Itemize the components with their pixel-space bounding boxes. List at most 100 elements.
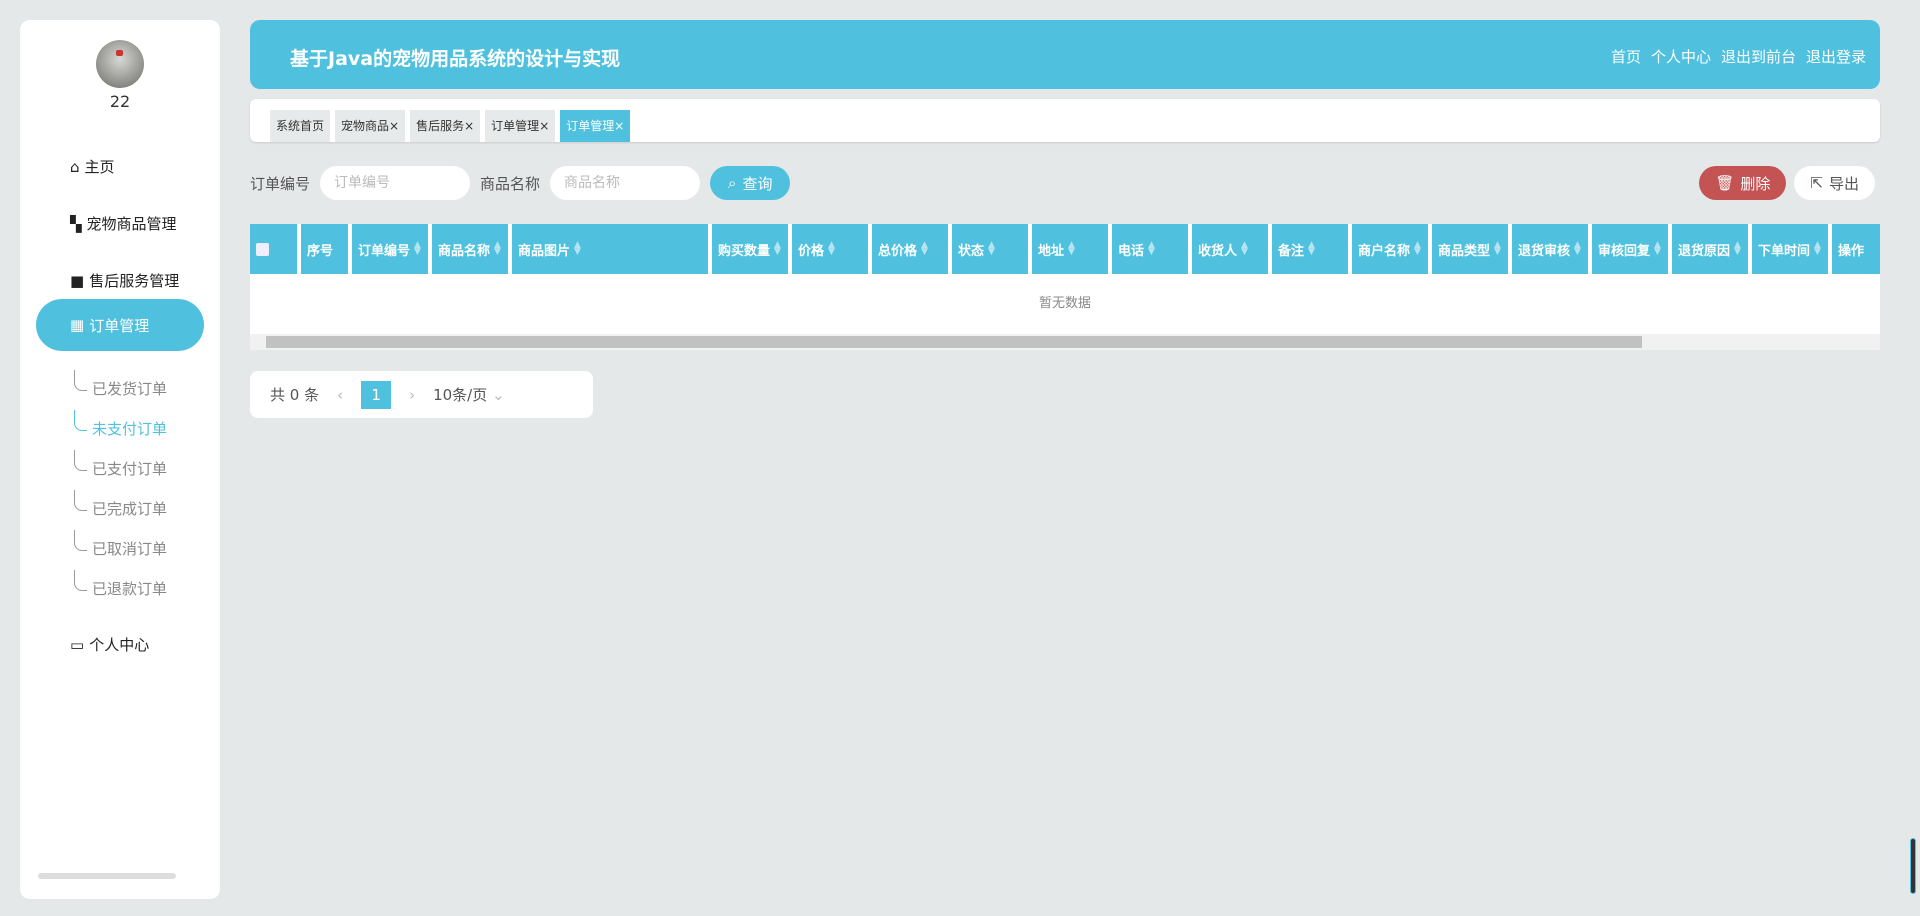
column-header[interactable]: 电话 ▲ ▼	[1112, 224, 1188, 274]
column-label: 退货原因	[1678, 243, 1731, 259]
sort-icon[interactable]: ▲ ▼	[774, 241, 781, 257]
query-button[interactable]: ⌕ 查询	[710, 166, 791, 200]
sidebar-item-pet-goods[interactable]: ▚ 宠物商品管理	[70, 213, 177, 234]
tab-orders[interactable]: 订单管理×	[485, 110, 556, 142]
tab-orders-active[interactable]: 订单管理×	[560, 110, 631, 142]
goods-name-label: 商品名称	[480, 174, 541, 193]
column-header[interactable]: 订单编号 ▲ ▼	[352, 224, 428, 274]
column-header[interactable]: 价格 ▲ ▼	[792, 224, 868, 274]
export-button[interactable]: ⇱ 导出	[1794, 166, 1875, 200]
home-icon: ⌂	[70, 157, 80, 176]
submenu-completed[interactable]: 已完成订单	[73, 490, 167, 519]
sort-icon[interactable]: ▲ ▼	[1148, 241, 1155, 257]
submenu-refunded[interactable]: 已退款订单	[73, 570, 167, 599]
sort-icon[interactable]: ▲ ▼	[921, 241, 928, 257]
sort-icon[interactable]: ▲ ▼	[1308, 241, 1315, 257]
column-header[interactable]: 状态 ▲ ▼	[952, 224, 1028, 274]
close-icon[interactable]: ×	[464, 119, 474, 133]
close-icon[interactable]: ×	[539, 119, 549, 133]
empty-message: 暂无数据	[1038, 296, 1091, 311]
column-header[interactable]: 序号	[301, 224, 348, 274]
scrollbar-thumb[interactable]	[266, 336, 1642, 348]
close-icon[interactable]: ×	[389, 119, 399, 133]
column-label: 价格	[798, 243, 825, 259]
link-home[interactable]: 首页	[1611, 46, 1641, 67]
tab-home[interactable]: 系统首页	[270, 110, 331, 142]
sort-icon[interactable]: ▲ ▼	[1068, 241, 1075, 257]
link-profile[interactable]: 个人中心	[1651, 46, 1711, 67]
tab-label: 售后服务	[416, 119, 465, 133]
sort-icon[interactable]: ▲ ▼	[1574, 241, 1581, 257]
column-header[interactable]: 下单时间 ▲ ▼	[1752, 224, 1828, 274]
column-label: 备注	[1278, 243, 1305, 259]
sort-icon[interactable]: ▲ ▼	[988, 241, 995, 257]
select-all-header	[250, 224, 297, 274]
sort-icon[interactable]: ▲ ▼	[1814, 241, 1821, 257]
column-header[interactable]: 备注 ▲ ▼	[1272, 224, 1348, 274]
prev-page-button[interactable]: ‹	[337, 386, 343, 404]
horizontal-scrollbar[interactable]	[250, 334, 1880, 350]
column-header[interactable]: 商品类型 ▲ ▼	[1432, 224, 1508, 274]
goods-name-input[interactable]	[550, 166, 701, 200]
chevron-down-icon: ⌄	[492, 386, 505, 404]
column-label: 收货人	[1198, 243, 1238, 259]
sort-icon[interactable]: ▲ ▼	[1734, 241, 1741, 257]
submenu-shipped[interactable]: 已发货订单	[73, 370, 167, 399]
column-header[interactable]: 商户名称 ▲ ▼	[1352, 224, 1428, 274]
submenu-paid[interactable]: 已支付订单	[73, 450, 167, 479]
sort-icon[interactable]: ▲ ▼	[494, 241, 501, 257]
pagination: 共 0 条 ‹ 1 › 10条/页 ⌄	[250, 371, 593, 418]
column-header[interactable]: 商品名称 ▲ ▼	[432, 224, 508, 274]
order-no-label: 订单编号	[250, 174, 311, 193]
close-icon[interactable]: ×	[614, 119, 624, 133]
column-header[interactable]: 总价格 ▲ ▼	[872, 224, 948, 274]
sidebar-item-home[interactable]: ⌂ 主页	[70, 156, 115, 177]
sort-icon[interactable]: ▲ ▼	[414, 241, 421, 257]
next-page-button[interactable]: ›	[409, 386, 415, 404]
sidebar-item-label: 个人中心	[89, 636, 150, 654]
order-no-input[interactable]	[320, 166, 471, 200]
avatar[interactable]	[96, 40, 144, 88]
column-header[interactable]: 审核回复 ▲ ▼	[1592, 224, 1668, 274]
submenu-unpaid[interactable]: 未支付订单	[73, 410, 167, 439]
link-frontend[interactable]: 退出到前台	[1721, 46, 1796, 67]
column-header[interactable]: 收货人 ▲ ▼	[1192, 224, 1268, 274]
sort-icon[interactable]: ▲ ▼	[1654, 241, 1661, 257]
delete-button[interactable]: 🗑 删除	[1699, 166, 1787, 200]
sidebar-item-after-sales[interactable]: ■ 售后服务管理	[70, 270, 179, 291]
column-header[interactable]: 退货审核 ▲ ▼	[1512, 224, 1588, 274]
delete-label: 删除	[1740, 174, 1771, 193]
column-label: 商品图片	[518, 243, 571, 259]
column-header[interactable]: 操作	[1832, 224, 1880, 274]
sort-icon[interactable]: ▲ ▼	[574, 241, 581, 257]
column-header[interactable]: 地址 ▲ ▼	[1032, 224, 1108, 274]
column-label: 商品类型	[1438, 243, 1491, 259]
sidebar-item-profile[interactable]: ▭ 个人中心	[70, 634, 149, 655]
column-label: 操作	[1838, 243, 1865, 259]
select-all-checkbox[interactable]	[256, 242, 269, 256]
tab-label: 订单管理	[566, 119, 615, 133]
column-label: 商户名称	[1358, 243, 1411, 259]
orders-table: 序号 订单编号 ▲ ▼ 商品名称 ▲ ▼ 商品图片 ▲ ▼ 购买数量 ▲ ▼ 价格 ▲ ▼ 总价格 ▲ ▼ 状态 ▲ ▼ 地…	[250, 224, 1880, 350]
column-header[interactable]: 购买数量 ▲ ▼	[712, 224, 788, 274]
sort-icon[interactable]: ▲ ▼	[1494, 241, 1501, 257]
sort-icon[interactable]: ▲ ▼	[828, 241, 835, 257]
sidebar-item-orders[interactable]: ▦ 订单管理	[36, 299, 204, 351]
sidebar-scrollbar[interactable]	[38, 873, 176, 879]
page-size-label: 10条/页	[433, 386, 488, 404]
search-bar: 订单编号 商品名称 ⌕ 查询	[250, 166, 791, 200]
page-size-select[interactable]: 10条/页 ⌄	[433, 384, 505, 405]
tab-pet-goods[interactable]: 宠物商品×	[335, 110, 406, 142]
sort-icon[interactable]: ▲ ▼	[1414, 241, 1421, 257]
column-header[interactable]: 商品图片 ▲ ▼	[512, 224, 708, 274]
submenu-cancelled[interactable]: 已取消订单	[73, 530, 167, 559]
page-button[interactable]: 1	[361, 380, 392, 409]
tab-label: 宠物商品	[341, 119, 390, 133]
link-logout[interactable]: 退出登录	[1806, 46, 1866, 67]
sort-icon[interactable]: ▲ ▼	[1241, 241, 1248, 257]
column-header[interactable]: 退货原因 ▲ ▼	[1672, 224, 1748, 274]
username: 22	[109, 92, 131, 111]
tab-after-sales[interactable]: 售后服务×	[410, 110, 481, 142]
grid-icon: ▚	[70, 214, 82, 233]
scroll-indicator	[1910, 838, 1916, 894]
